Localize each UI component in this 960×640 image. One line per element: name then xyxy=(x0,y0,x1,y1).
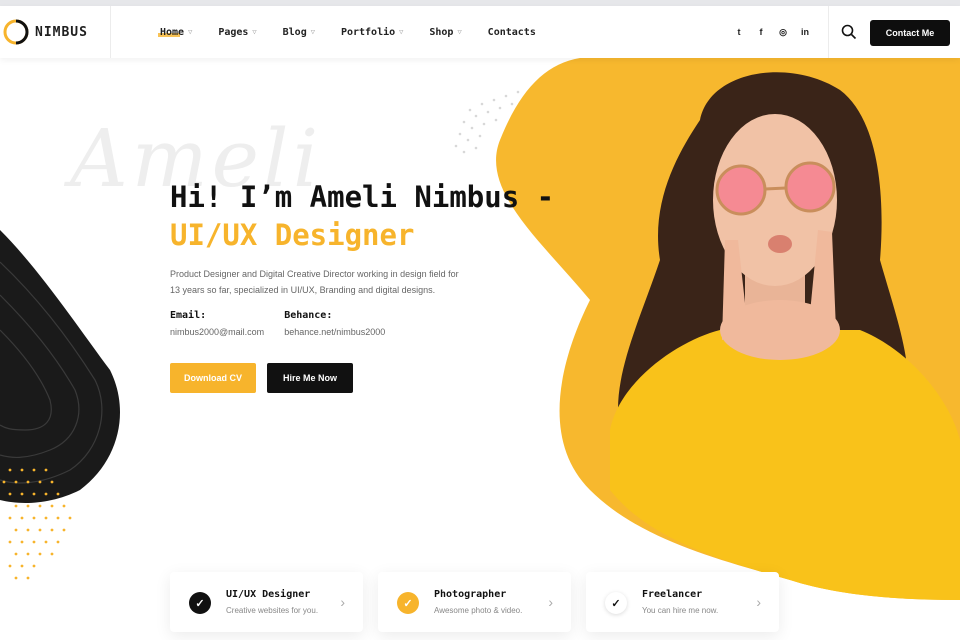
nav-blog[interactable]: Blog ▽ xyxy=(283,27,315,38)
behance-value[interactable]: behance.net/nimbus2000 xyxy=(284,327,385,337)
service-card-uiux[interactable]: ✓ UI/UX Designer Creative websites for y… xyxy=(170,572,363,632)
search-icon[interactable] xyxy=(840,23,858,41)
hero-role: UI/UX Designer xyxy=(170,218,415,252)
chevron-right-icon: › xyxy=(340,594,345,610)
contact-info: Email: nimbus2000@mail.com Behance: beha… xyxy=(170,310,554,337)
service-subtitle: Creative websites for you. xyxy=(226,606,319,615)
nav-portfolio[interactable]: Portfolio ▽ xyxy=(341,27,403,38)
service-title: Photographer xyxy=(434,589,507,600)
hero-section: Hi! I’m Ameli Nimbus - UI/UX Designer Pr… xyxy=(170,180,554,393)
portrait-sweater xyxy=(610,330,960,600)
main-nav: Home ▽ Pages ▽ Blog ▽ Portfolio ▽ Shop ▽ Cont… xyxy=(157,6,562,58)
logo-icon xyxy=(3,19,29,45)
instagram-icon[interactable]: ◎ xyxy=(772,27,794,38)
service-card-photographer[interactable]: ✓ Photographer Awesome photo & video. › xyxy=(378,572,571,632)
check-icon: ✓ xyxy=(189,592,211,614)
service-subtitle: Awesome photo & video. xyxy=(434,606,523,615)
chevron-down-icon: ▽ xyxy=(457,28,462,36)
chevron-down-icon: ▽ xyxy=(252,28,257,36)
chevron-right-icon: › xyxy=(548,594,553,610)
chevron-down-icon: ▽ xyxy=(310,28,315,36)
contact-me-button[interactable]: Contact Me xyxy=(870,20,950,46)
services-cards: ✓ UI/UX Designer Creative websites for y… xyxy=(170,572,794,632)
linkedin-icon[interactable]: in xyxy=(794,27,816,37)
twitter-icon[interactable]: t xyxy=(728,27,750,37)
nav-shop[interactable]: Shop ▽ xyxy=(429,27,461,38)
brand-name: NIMBUS xyxy=(35,24,88,40)
check-icon: ✓ xyxy=(397,592,419,614)
hero-buttons: Download CV Hire Me Now xyxy=(170,363,554,393)
service-subtitle: You can hire me now. xyxy=(642,606,719,615)
check-icon: ✓ xyxy=(605,592,627,614)
site-header: NIMBUS Home ▽ Pages ▽ Blog ▽ Portfolio ▽ Sho… xyxy=(0,6,960,58)
service-card-freelancer[interactable]: ✓ Freelancer You can hire me now. › xyxy=(586,572,779,632)
nav-pages[interactable]: Pages ▽ xyxy=(218,27,256,38)
nav-contacts[interactable]: Contacts xyxy=(488,27,536,38)
download-cv-button[interactable]: Download CV xyxy=(170,363,256,393)
logo[interactable]: NIMBUS xyxy=(0,6,111,58)
behance-block: Behance: behance.net/nimbus2000 xyxy=(284,310,385,337)
chevron-right-icon: › xyxy=(756,594,761,610)
hire-me-button[interactable]: Hire Me Now xyxy=(267,363,353,393)
chevron-down-icon: ▽ xyxy=(399,28,404,36)
social-links: t f ◎ in xyxy=(728,6,816,58)
nav-home[interactable]: Home ▽ xyxy=(157,27,193,38)
facebook-icon[interactable]: f xyxy=(750,27,772,37)
email-value[interactable]: nimbus2000@mail.com xyxy=(170,327,264,337)
service-title: Freelancer xyxy=(642,589,703,600)
header-divider xyxy=(828,6,829,58)
behance-label: Behance: xyxy=(284,310,333,321)
email-block: Email: nimbus2000@mail.com xyxy=(170,310,264,337)
chevron-down-icon: ▽ xyxy=(188,28,193,36)
hero-description: Product Designer and Digital Creative Di… xyxy=(170,269,459,295)
email-label: Email: xyxy=(170,310,207,321)
service-title: UI/UX Designer xyxy=(226,589,311,600)
hero-title: Hi! I’m Ameli Nimbus - xyxy=(170,180,555,214)
